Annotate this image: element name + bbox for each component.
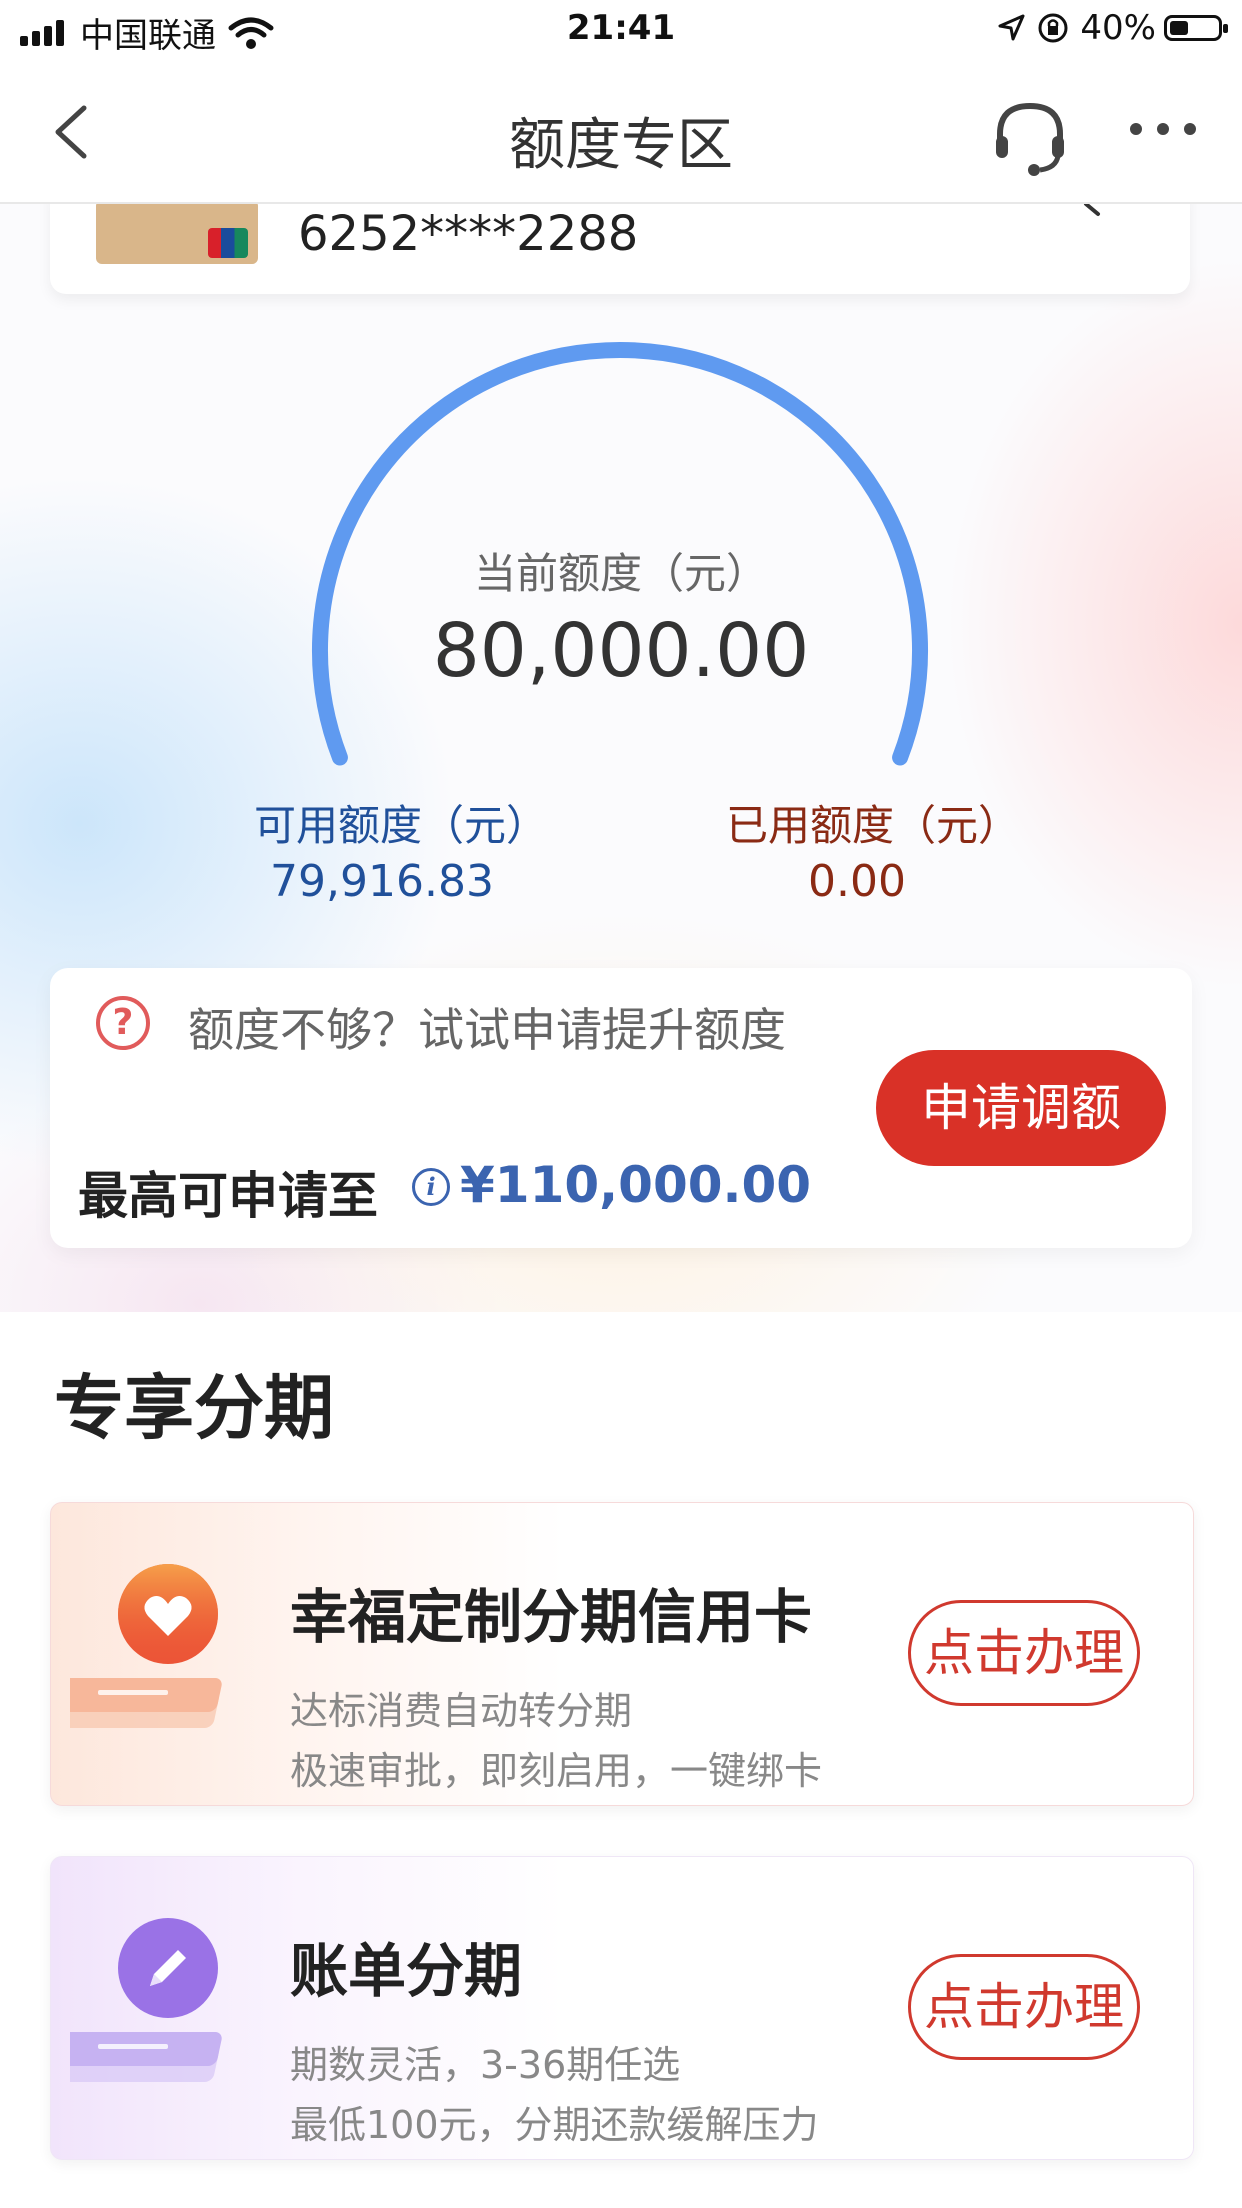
- promo-title: 幸福定制分期信用卡: [290, 1583, 813, 1651]
- card-number: 6252****2288: [298, 206, 639, 262]
- used-limit-value: 0.00: [808, 856, 906, 907]
- apply-now-button[interactable]: 点击办理: [908, 1600, 1140, 1706]
- promo-subtitle: 极速审批，即刻启用，一键绑卡: [290, 1749, 823, 1793]
- rotation-lock-icon: [1038, 13, 1068, 43]
- battery-label: 40%: [1080, 8, 1156, 48]
- status-right: 40%: [996, 8, 1228, 48]
- status-bar: 中国联通 21:41 40%: [0, 0, 1242, 62]
- card-thumbnail: [96, 200, 258, 264]
- info-icon[interactable]: i: [412, 1168, 450, 1206]
- used-limit-label: 已用额度（元）: [726, 801, 1021, 850]
- max-apply-label: 最高可申请至: [78, 1167, 378, 1225]
- available-limit-label: 可用额度（元）: [254, 801, 549, 850]
- promo-subtitle: 期数灵活，3-36期任选: [290, 2043, 681, 2087]
- available-limit-value: 79,916.83: [270, 856, 494, 907]
- promo-subtitle: 达标消费自动转分期: [290, 1689, 633, 1733]
- location-arrow-icon: [998, 14, 1025, 41]
- more-dots-icon[interactable]: [1128, 114, 1198, 144]
- raise-limit-prompt: 额度不够？试试申请提升额度: [188, 1003, 786, 1057]
- current-limit-value: 80,000.00: [432, 608, 810, 694]
- max-apply-value: ¥110,000.00: [460, 1156, 812, 1214]
- promo-title: 账单分期: [290, 1937, 523, 2005]
- apply-adjust-button[interactable]: 申请调额: [876, 1050, 1166, 1166]
- pencil-icon: [70, 1918, 222, 2082]
- promo-subtitle: 最低100元，分期还款缓解压力: [290, 2103, 819, 2147]
- headset-icon[interactable]: [990, 98, 1070, 178]
- unionpay-logo: [208, 228, 248, 258]
- battery-icon: [1164, 15, 1228, 41]
- section-title: 专享分期: [54, 1367, 334, 1449]
- current-limit-label: 当前额度（元）: [473, 549, 768, 598]
- heart-icon: [70, 1564, 222, 1728]
- apply-now-button[interactable]: 点击办理: [908, 1954, 1140, 2060]
- question-icon: ?: [96, 996, 150, 1050]
- nav-bar: 额度专区: [0, 62, 1242, 204]
